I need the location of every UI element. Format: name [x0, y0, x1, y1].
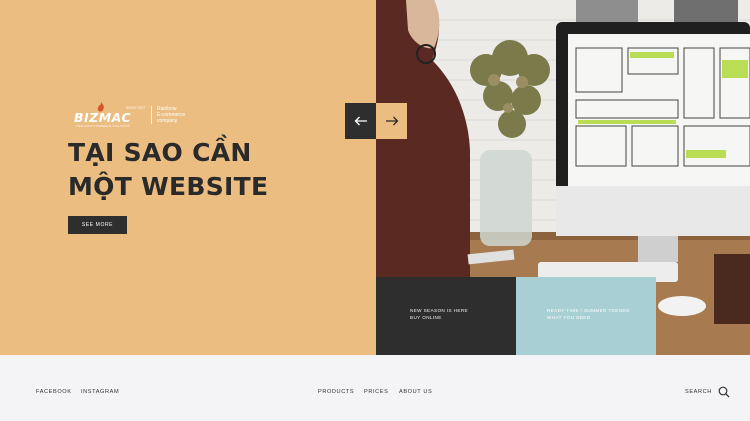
logo-slogan: Rainbow E-commerce company — [157, 106, 185, 124]
facebook-link[interactable]: FACEBOOK — [36, 389, 72, 395]
hero-title-line: TẠI SAO CẦN — [68, 138, 252, 167]
brand-logo[interactable]: BIZMAC SINCE 2007 WEB AND E-COMMERCE SOL… — [74, 102, 185, 128]
nav-about-us[interactable]: ABOUT US — [399, 389, 432, 395]
promo-line: NEW SEASON IS HERE — [410, 308, 468, 313]
promo-tile-summer-trends[interactable]: READY TIME / SUMMER TRENDS WHAT YOU NEED — [516, 277, 656, 355]
page: BIZMAC SINCE 2007 WEB AND E-COMMERCE SOL… — [0, 0, 750, 421]
see-more-button[interactable]: SEE MORE — [68, 216, 127, 234]
instagram-link[interactable]: INSTAGRAM — [81, 389, 119, 395]
logo-tagline: WEB AND E-COMMERCE SOLUTIONS — [76, 124, 130, 128]
carousel-next-button[interactable] — [376, 103, 407, 139]
logo-since: SINCE 2007 — [126, 106, 146, 110]
logo-divider — [151, 106, 152, 124]
promo-tile-new-season[interactable]: NEW SEASON IS HERE BUY ONLINE — [376, 277, 516, 355]
search-icon[interactable] — [718, 386, 730, 398]
logo-mark: BIZMAC SINCE 2007 WEB AND E-COMMERCE SOL… — [74, 102, 146, 128]
promo-line: BUY ONLINE — [410, 315, 442, 320]
logo-slogan-line: company — [157, 118, 178, 124]
logo-wordmark: BIZMAC — [74, 110, 132, 125]
arrow-left-icon — [354, 116, 367, 126]
hero-panel: BIZMAC SINCE 2007 WEB AND E-COMMERCE SOL… — [0, 0, 376, 355]
arrow-right-icon — [385, 116, 398, 126]
nav-prices[interactable]: PRICES — [364, 389, 388, 395]
footer-nav: FACEBOOK INSTAGRAM PRODUCTS PRICES ABOUT… — [0, 355, 750, 421]
nav-products[interactable]: PRODUCTS — [318, 389, 354, 395]
hero-title: TẠI SAO CẦN MỘT WEBSITE — [68, 136, 268, 204]
search-label[interactable]: SEARCH — [685, 389, 712, 395]
carousel-prev-button[interactable] — [345, 103, 376, 139]
promo-line: READY TIME / SUMMER TRENDS — [547, 308, 630, 313]
hero-title-line: MỘT WEBSITE — [68, 172, 269, 201]
promo-line: WHAT YOU NEED — [547, 315, 591, 320]
